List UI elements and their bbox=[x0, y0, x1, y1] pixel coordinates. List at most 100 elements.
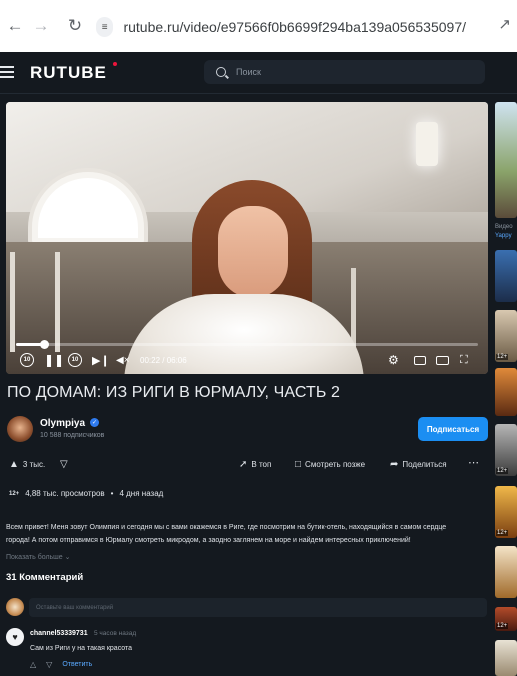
like-button[interactable]: ▲ 3 тыс. bbox=[9, 459, 45, 470]
video-actions: ▲ 3 тыс. ▽ ➚ В топ □ Смотреть позже ➦ По… bbox=[0, 456, 495, 474]
next-icon: ▶❙ bbox=[92, 354, 110, 367]
progress-handle[interactable] bbox=[39, 340, 49, 349]
age-badge: 12+ bbox=[496, 623, 509, 629]
time-text: 00:22 / 06:06 bbox=[140, 355, 187, 365]
recommendation-thumbnail[interactable] bbox=[495, 640, 517, 676]
share-icon: ➦ bbox=[390, 459, 399, 470]
recommendations-sidebar: Видео Yappy 12+ 12+ 12+ 12+ bbox=[495, 102, 517, 676]
description-line: города! А потом отправимся в Юрмалу смот… bbox=[6, 537, 411, 544]
stats-separator: • bbox=[110, 489, 114, 498]
pause-icon: ❚❚ bbox=[44, 353, 65, 367]
theater-icon bbox=[436, 355, 449, 365]
gear-icon: ⚙ bbox=[388, 353, 399, 367]
reply-button[interactable]: Ответить bbox=[62, 661, 92, 668]
share-label: Поделиться bbox=[402, 460, 447, 469]
volume-muted-icon: ◀× bbox=[116, 354, 130, 366]
recommendation-thumbnail[interactable] bbox=[495, 250, 517, 302]
age-badge: 12+ bbox=[496, 530, 509, 536]
video-frame-chair bbox=[10, 252, 60, 352]
url-text: rutube.ru/video/e97566f0b6699f294ba139a0… bbox=[123, 19, 466, 35]
top-label: В топ bbox=[251, 460, 272, 469]
comment-placeholder: Оставьте ваш комментарий bbox=[36, 604, 114, 611]
tune-icon[interactable]: ≡ bbox=[96, 17, 114, 37]
next-button[interactable]: ▶❙ bbox=[92, 352, 110, 368]
miniplayer-icon bbox=[414, 355, 426, 365]
fullscreen-button[interactable]: ⛶ bbox=[460, 352, 468, 368]
watch-later-button[interactable]: □ Смотреть позже bbox=[295, 459, 365, 470]
publish-date: 4 дня назад bbox=[119, 489, 164, 498]
logo[interactable]: RUTUBE bbox=[30, 63, 107, 83]
subscriber-count: 10 588 подписчиков bbox=[40, 432, 105, 439]
watch-later-label: Смотреть позже bbox=[305, 460, 366, 469]
more-button[interactable]: ⋯ bbox=[468, 456, 479, 469]
site-header: RUTUBE Поиск bbox=[0, 52, 517, 94]
video-frame-face bbox=[218, 206, 288, 298]
dislike-button[interactable]: ▽ bbox=[60, 459, 68, 470]
rewind-icon: 10 bbox=[20, 353, 34, 367]
recommendation-text: Yappy bbox=[495, 233, 512, 239]
rocket-icon: ➚ bbox=[239, 459, 248, 470]
miniplayer-button[interactable] bbox=[414, 352, 426, 368]
comment-time: 5 часов назад bbox=[94, 630, 137, 637]
age-rating: 12+ bbox=[9, 490, 20, 497]
video-stats: 12+ 4,88 тыс. просмотров • 4 дня назад bbox=[9, 489, 163, 498]
description-line: Всем привет! Меня зовут Олимпия и сегодн… bbox=[6, 524, 447, 531]
theater-button[interactable] bbox=[436, 352, 449, 368]
time-display: 00:22 / 06:06 bbox=[140, 352, 187, 368]
browser-actions: ↗ bbox=[498, 15, 511, 33]
recommendation-text: Видео bbox=[495, 224, 513, 230]
player-controls: 10 ❚❚ 10 ▶❙ ◀× 00:22 / 06:06 ⚙ ⛶ bbox=[6, 350, 488, 370]
comment-author-avatar[interactable]: ♥ bbox=[6, 628, 24, 646]
comment-text: Сам из Риги у на такая красота bbox=[30, 645, 133, 652]
like-count: 3 тыс. bbox=[22, 460, 46, 469]
forward-icon: 10 bbox=[68, 353, 82, 367]
thumbs-up-icon: ▲ bbox=[9, 459, 19, 470]
recommendation-thumbnail[interactable] bbox=[495, 368, 517, 416]
age-badge: 12+ bbox=[496, 468, 509, 474]
comment-author[interactable]: channel53339731 bbox=[30, 630, 88, 637]
more-icon: ⋯ bbox=[468, 457, 479, 469]
search-icon bbox=[216, 67, 226, 77]
view-count: 4,88 тыс. просмотров bbox=[25, 489, 105, 498]
subscribe-button[interactable]: Подписаться bbox=[418, 417, 488, 441]
mute-button[interactable]: ◀× bbox=[116, 352, 130, 368]
recommendation-thumbnail[interactable]: 12+ bbox=[495, 607, 517, 631]
logo-dot bbox=[113, 62, 117, 66]
reload-icon[interactable]: ↻ bbox=[64, 15, 86, 37]
top-button[interactable]: ➚ В топ bbox=[239, 459, 271, 470]
fullscreen-icon: ⛶ bbox=[460, 353, 468, 366]
video-player[interactable]: 10 ❚❚ 10 ▶❙ ◀× 00:22 / 06:06 ⚙ ⛶ bbox=[6, 102, 488, 374]
forward-icon[interactable]: → bbox=[30, 15, 52, 37]
progress-bar[interactable] bbox=[16, 340, 478, 349]
comment-dislike-icon[interactable]: ▽ bbox=[46, 660, 52, 669]
address-bar[interactable]: ≡ rutube.ru/video/e97566f0b6699f294ba139… bbox=[96, 14, 466, 40]
video-title: ПО ДОМАМ: ИЗ РИГИ В ЮРМАЛУ, ЧАСТЬ 2 bbox=[7, 384, 340, 401]
browser-toolbar: ← → ↻ ≡ rutube.ru/video/e97566f0b6699f29… bbox=[0, 0, 517, 52]
age-badge: 12+ bbox=[496, 354, 509, 360]
bookmark-icon: □ bbox=[295, 459, 302, 470]
menu-icon[interactable] bbox=[0, 66, 14, 78]
recommendation-thumbnail[interactable]: 12+ bbox=[495, 424, 517, 476]
verified-icon: ✓ bbox=[90, 418, 99, 427]
thumbs-down-icon: ▽ bbox=[60, 459, 68, 470]
recommendation-thumbnail[interactable] bbox=[495, 102, 517, 218]
recommendation-thumbnail[interactable] bbox=[495, 546, 517, 598]
comment-input[interactable]: Оставьте ваш комментарий bbox=[29, 598, 487, 617]
recommendation-thumbnail[interactable]: 12+ bbox=[495, 310, 517, 362]
open-external-icon[interactable]: ↗ bbox=[498, 15, 511, 33]
rewind-button[interactable]: 10 bbox=[20, 352, 34, 368]
comment-like-icon[interactable]: △ bbox=[30, 660, 36, 669]
show-more-link[interactable]: Показать больше ⌄ bbox=[6, 553, 71, 561]
search-input[interactable]: Поиск bbox=[204, 60, 485, 84]
comment-actions: △ ▽ Ответить bbox=[30, 660, 92, 669]
recommendation-thumbnail[interactable]: 12+ bbox=[495, 486, 517, 538]
settings-button[interactable]: ⚙ bbox=[388, 352, 399, 368]
channel-avatar[interactable] bbox=[7, 416, 33, 442]
share-button[interactable]: ➦ Поделиться bbox=[390, 459, 447, 470]
forward-button[interactable]: 10 bbox=[68, 352, 82, 368]
channel-name[interactable]: Olympiya bbox=[40, 418, 85, 429]
video-frame-lamp bbox=[416, 122, 438, 166]
comments-heading: 31 Комментарий bbox=[6, 572, 84, 583]
pause-button[interactable]: ❚❚ bbox=[44, 352, 64, 368]
back-icon[interactable]: ← bbox=[4, 15, 26, 37]
